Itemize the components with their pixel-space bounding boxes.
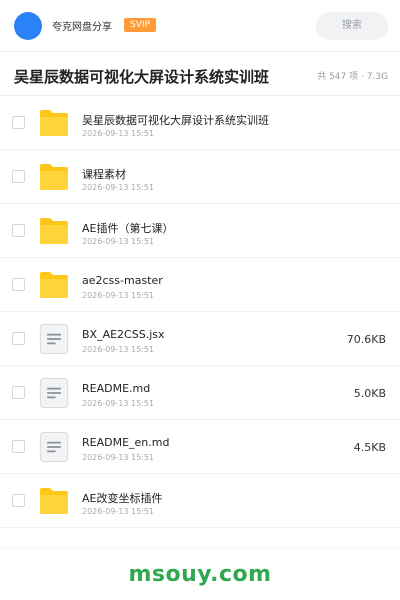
file-name: AE改变坐标插件 [82, 492, 163, 505]
file-row[interactable]: README_en.md 2026-09-13 15:51 4.5KB [0, 420, 400, 474]
file-list: 吴星辰数据可视化大屏设计系统实训班 2026-09-13 15:51 课程素材 202… [0, 96, 400, 528]
file-date: 2026-09-13 15:51 [82, 345, 155, 354]
avatar[interactable] [14, 12, 42, 40]
file-date: 2026-09-13 15:51 [82, 183, 155, 192]
divider [0, 548, 400, 549]
row-checkbox[interactable] [12, 332, 25, 345]
file-size: 4.5KB [353, 441, 386, 454]
row-checkbox[interactable] [12, 116, 25, 129]
file-size: 5.0KB [353, 387, 386, 400]
file-name: BX_AE2CSS.jsx [82, 328, 165, 341]
file-row[interactable]: 课程素材 2026-09-13 15:51 [0, 150, 400, 204]
svip-badge: SVIP [124, 18, 156, 32]
user-name: 夸克网盘分享 [52, 22, 112, 33]
document-icon [38, 432, 70, 462]
file-date: 2026-09-13 15:51 [82, 129, 155, 138]
document-icon [38, 378, 70, 408]
file-name: 吴星辰数据可视化大屏设计系统实训班 [82, 114, 269, 127]
file-date: 2026-09-13 15:51 [82, 291, 155, 300]
file-name: README_en.md [82, 436, 170, 449]
row-checkbox[interactable] [12, 386, 25, 399]
row-checkbox[interactable] [12, 494, 25, 507]
file-size: 70.6KB [346, 333, 386, 346]
watermark-text: msouy.com [128, 562, 272, 587]
title-bar: 吴星辰数据可视化大屏设计系统实训班 共 547 项 · 7.3G [0, 52, 400, 96]
file-date: 2026-09-13 15:51 [82, 507, 155, 516]
file-row[interactable]: BX_AE2CSS.jsx 2026-09-13 15:51 70.6KB [0, 312, 400, 366]
folder-icon [38, 486, 70, 516]
item-count: 共 547 项 · 7.3G [317, 72, 388, 82]
row-checkbox[interactable] [12, 440, 25, 453]
file-name: 课程素材 [82, 168, 126, 181]
file-date: 2026-09-13 15:51 [82, 453, 155, 462]
file-row[interactable]: AE插件（第七课） 2026-09-13 15:51 [0, 204, 400, 258]
file-row[interactable]: README.md 2026-09-13 15:51 5.0KB [0, 366, 400, 420]
row-checkbox[interactable] [12, 224, 25, 237]
row-checkbox[interactable] [12, 170, 25, 183]
file-row[interactable]: 吴星辰数据可视化大屏设计系统实训班 2026-09-13 15:51 [0, 96, 400, 150]
file-date: 2026-09-13 15:51 [82, 399, 155, 408]
file-name: AE插件（第七课） [82, 222, 174, 235]
row-checkbox[interactable] [12, 278, 25, 291]
file-name: ae2css-master [82, 274, 163, 287]
file-row[interactable]: ae2css-master 2026-09-13 15:51 [0, 258, 400, 312]
app-header: 夸克网盘分享 SVIP 搜索 [0, 0, 400, 52]
folder-icon [38, 270, 70, 300]
page-title: 吴星辰数据可视化大屏设计系统实训班 [14, 68, 270, 86]
folder-icon [38, 108, 70, 138]
folder-icon [38, 162, 70, 192]
file-row[interactable]: AE改变坐标插件 2026-09-13 15:51 [0, 474, 400, 528]
file-date: 2026-09-13 15:51 [82, 237, 155, 246]
file-name: README.md [82, 382, 151, 395]
document-icon [38, 324, 70, 354]
folder-icon [38, 216, 70, 246]
search-input[interactable]: 搜索 [316, 12, 388, 40]
